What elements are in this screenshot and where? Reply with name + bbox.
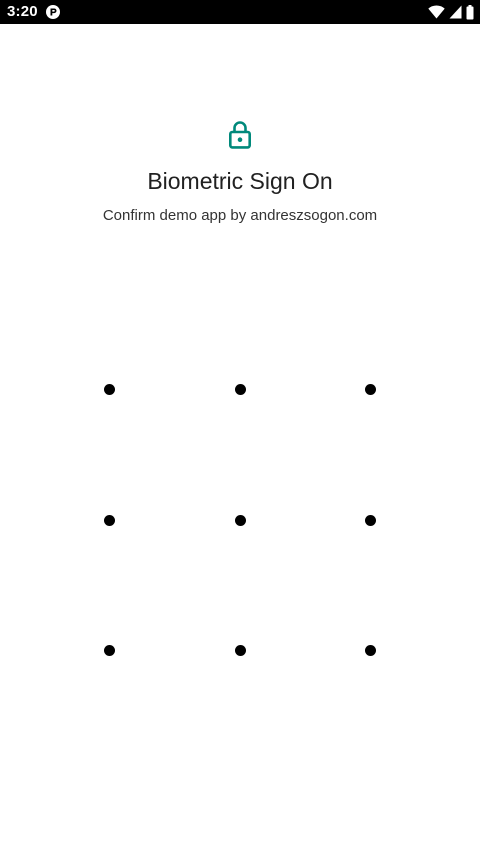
pattern-dot-8[interactable] [175, 585, 305, 715]
pattern-dot-9[interactable] [305, 585, 435, 715]
dot-1 [103, 383, 115, 395]
cellular-signal-icon [449, 5, 462, 19]
pattern-dot-2[interactable] [175, 324, 305, 454]
pattern-dot-1[interactable] [44, 324, 174, 454]
status-icons [428, 4, 474, 20]
app-notification-icon [46, 5, 60, 19]
pattern-dot-5[interactable] [175, 455, 305, 585]
battery-icon [466, 4, 474, 20]
pattern-dot-7[interactable] [44, 585, 174, 715]
wifi-icon [428, 5, 445, 19]
dot-9 [364, 644, 376, 656]
dot-6 [364, 514, 376, 526]
pattern-lock-grid[interactable] [44, 324, 436, 716]
page-title: Biometric Sign On [147, 168, 333, 194]
dot-3 [364, 383, 376, 395]
dot-8 [234, 644, 246, 656]
pattern-dot-4[interactable] [44, 455, 174, 585]
status-bar: 3:20 [0, 0, 480, 24]
dot-4 [103, 514, 115, 526]
lock-icon [228, 120, 252, 150]
pattern-dot-6[interactable] [305, 455, 435, 585]
status-time: 3:20 [7, 3, 38, 20]
pattern-dot-3[interactable] [305, 324, 435, 454]
dot-7 [103, 644, 115, 656]
dot-2 [234, 383, 246, 395]
page-subtitle: Confirm demo app by andreszsogon.com [102, 207, 378, 224]
dot-5 [234, 514, 246, 526]
